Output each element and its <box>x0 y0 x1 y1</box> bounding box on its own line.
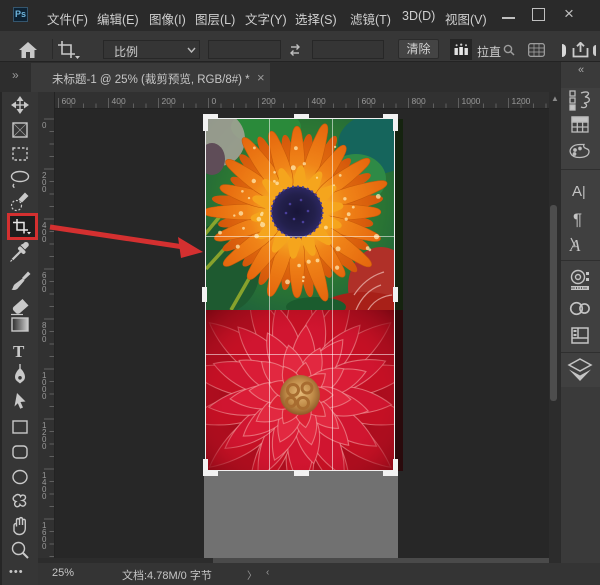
svg-text:0: 0 <box>42 285 47 294</box>
svg-text:200: 200 <box>162 96 176 106</box>
svg-text:1000: 1000 <box>462 96 481 106</box>
svg-text:0: 0 <box>42 335 47 344</box>
svg-text:T: T <box>13 342 25 361</box>
svg-text:800: 800 <box>412 96 426 106</box>
svg-text:0: 0 <box>42 185 47 194</box>
svg-text:0: 0 <box>42 121 47 130</box>
svg-text:¶: ¶ <box>573 210 582 229</box>
svg-text:0: 0 <box>42 492 47 501</box>
svg-text:600: 600 <box>362 96 376 106</box>
svg-text:0: 0 <box>42 442 47 451</box>
svg-text:0: 0 <box>42 392 47 401</box>
svg-text:A|: A| <box>572 183 586 200</box>
svg-text:400: 400 <box>312 96 326 106</box>
svg-text:1200: 1200 <box>512 96 531 106</box>
svg-text:600: 600 <box>62 96 76 106</box>
svg-text:0: 0 <box>42 542 47 551</box>
svg-text:0: 0 <box>212 96 217 106</box>
svg-text:400: 400 <box>112 96 126 106</box>
svg-text:200: 200 <box>262 96 276 106</box>
